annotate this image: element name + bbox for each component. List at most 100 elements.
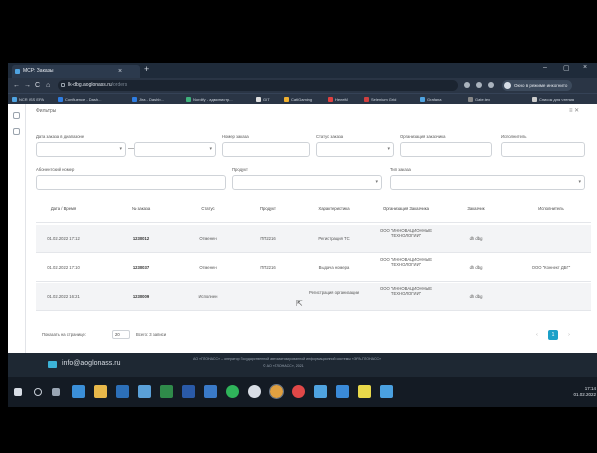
start-icon[interactable] xyxy=(14,388,22,396)
organization-input[interactable] xyxy=(400,142,492,157)
column-header[interactable]: Продукт xyxy=(248,206,288,211)
minimize-icon[interactable]: – xyxy=(543,64,547,71)
app-icon[interactable] xyxy=(292,385,305,398)
bookmark-label: Jira - Dashb... xyxy=(139,97,164,102)
filter-order-type-label: Тип заказа xyxy=(390,167,411,172)
orders-content: Фильтры ≡ ✕ Дата заказа в диапазоне ▾ — … xyxy=(26,104,597,353)
bookmark-item[interactable]: Gate.tex xyxy=(468,96,490,103)
forward-icon[interactable]: → xyxy=(24,80,31,91)
subscriber-number-input[interactable] xyxy=(36,175,226,190)
tab-close-icon[interactable]: × xyxy=(118,65,122,78)
bookmark-label: НелеМ xyxy=(335,97,348,102)
extensions-icon[interactable] xyxy=(476,82,482,88)
task-view-icon[interactable] xyxy=(52,388,60,396)
table-row[interactable]: 01.02.2022 17:12 1230012 Отменен ПП2216 … xyxy=(36,225,591,253)
bookmark-favicon-icon xyxy=(284,97,289,102)
file-explorer-icon[interactable] xyxy=(94,385,107,398)
status-select[interactable]: ▾ xyxy=(316,142,394,157)
column-header[interactable]: № заказа xyxy=(116,206,166,211)
word-icon[interactable] xyxy=(182,385,195,398)
column-header[interactable]: Исполнитель xyxy=(516,206,586,211)
filters-title: Фильтры xyxy=(36,108,57,114)
star-icon[interactable] xyxy=(488,82,494,88)
screen: МСР: Заказы × + – ▢ × ← → C ⌂ lk-dbg.aog… xyxy=(8,63,597,407)
order-number-input[interactable] xyxy=(222,142,310,157)
app-icon[interactable] xyxy=(72,385,85,398)
cell-order-number[interactable]: 1230009 xyxy=(116,294,166,299)
table-row[interactable]: 01.02.2022 16:21 1230009 Исполнен Регист… xyxy=(36,283,591,311)
site-footer: info@aoglonass.ru АО «ГЛОНАСС» – операто… xyxy=(8,353,597,377)
next-page-button[interactable]: › xyxy=(564,330,574,340)
column-header[interactable]: Организация Заказчика xyxy=(376,206,436,211)
footer-email-link[interactable]: info@aoglonass.ru xyxy=(62,360,120,367)
bookmark-item[interactable]: Jira - Dashb... xyxy=(132,96,164,103)
app-icon[interactable] xyxy=(380,385,393,398)
app-icon[interactable] xyxy=(138,385,151,398)
filter-status-label: Статус заказа xyxy=(316,134,344,139)
column-header[interactable]: Статус xyxy=(188,206,228,211)
bookmark-label: NCR ISS EPA xyxy=(19,97,45,102)
bookmark-label: Gate.tex xyxy=(475,97,491,102)
cell-order-number[interactable]: 1230037 xyxy=(116,265,166,270)
profile-button[interactable]: Окно в режиме инкогнито xyxy=(502,80,573,91)
app-icon[interactable] xyxy=(116,385,129,398)
bookmarks-bar: NCR ISS EPA Confluence - Dash... Jira - … xyxy=(8,93,597,104)
reload-icon[interactable]: C xyxy=(35,80,40,91)
bookmark-item[interactable]: CatlGaming xyxy=(284,96,312,103)
executor-input[interactable] xyxy=(501,142,585,157)
bookmark-favicon-icon xyxy=(364,97,369,102)
zoom-icon[interactable] xyxy=(464,82,470,88)
column-header[interactable]: Дата / Время xyxy=(36,206,91,211)
excel-icon[interactable] xyxy=(160,385,173,398)
maximize-icon[interactable]: ▢ xyxy=(563,64,570,72)
bookmark-item[interactable]: Nordify - администр... xyxy=(186,96,233,103)
date-to-input[interactable]: ▾ xyxy=(134,142,216,157)
bookmark-item[interactable]: НелеМ xyxy=(328,96,348,103)
app-icon[interactable] xyxy=(358,385,371,398)
windows-taskbar: 17:14 01.02.2022 xyxy=(8,377,597,407)
cell-executor: ООО "Коннект ДБГ" xyxy=(531,265,571,270)
whatsapp-icon[interactable] xyxy=(226,385,239,398)
home-icon[interactable]: ⌂ xyxy=(46,80,50,91)
order-type-select[interactable]: ▾ xyxy=(390,175,585,190)
back-icon[interactable]: ← xyxy=(13,80,20,91)
bookmark-item[interactable]: Confluence - Dash... xyxy=(58,96,101,103)
search-icon[interactable] xyxy=(34,388,42,396)
cell-product: ПП2216 xyxy=(260,265,276,270)
cell-organization: ООО "ИННОВАЦИОННЫЕ ТЕХНОЛОГИИ" xyxy=(379,228,433,238)
date-from-input[interactable]: ▾ xyxy=(36,142,126,157)
bookmark-item[interactable]: Список для чтения xyxy=(532,96,574,103)
bookmark-label: Grafana xyxy=(427,97,442,102)
app-icon[interactable] xyxy=(248,385,261,398)
cell-product: ПП2216 xyxy=(260,236,276,241)
app-icon[interactable] xyxy=(336,385,349,398)
product-select[interactable]: ▾ xyxy=(232,175,382,190)
column-header[interactable]: Характеристика xyxy=(304,206,364,211)
address-bar[interactable]: lk-dbg.aoglonass.ru/orders xyxy=(58,80,458,91)
calendar-icon: ▾ xyxy=(209,146,212,152)
app-icon[interactable] xyxy=(314,385,327,398)
settings-icon[interactable] xyxy=(13,128,20,135)
app-icon[interactable] xyxy=(204,385,217,398)
column-header[interactable]: Заказчик xyxy=(456,206,496,211)
page-button-current[interactable]: 1 xyxy=(548,330,558,340)
table-row[interactable]: 01.02.2022 17:10 1230037 Отменен ПП2216 … xyxy=(36,254,591,282)
menu-icon[interactable] xyxy=(13,112,20,119)
bookmark-item[interactable]: Grafana xyxy=(420,96,441,103)
system-clock[interactable]: 17:14 01.02.2022 xyxy=(570,386,596,398)
new-tab-button[interactable]: + xyxy=(144,64,149,74)
bookmark-favicon-icon xyxy=(58,97,63,102)
bookmark-item[interactable]: NCR ISS EPA xyxy=(12,96,44,103)
filter-tools-icon[interactable]: ≡ ✕ xyxy=(569,107,579,114)
filter-executor-label: Исполнитель xyxy=(501,134,527,139)
per-page-select[interactable]: 20 xyxy=(112,330,130,339)
bookmark-item[interactable]: GIT xyxy=(256,96,270,103)
browser-tab[interactable]: МСР: Заказы × xyxy=(12,65,140,78)
bookmark-item[interactable]: Selenium Grid xyxy=(364,96,396,103)
window-close-icon[interactable]: × xyxy=(583,64,587,71)
cell-order-number[interactable]: 1230012 xyxy=(116,236,166,241)
cell-customer: dh dbg xyxy=(469,294,483,299)
total-count: Всего: 3 записи xyxy=(136,332,167,337)
chrome-icon[interactable] xyxy=(269,384,284,399)
prev-page-button[interactable]: ‹ xyxy=(532,330,542,340)
